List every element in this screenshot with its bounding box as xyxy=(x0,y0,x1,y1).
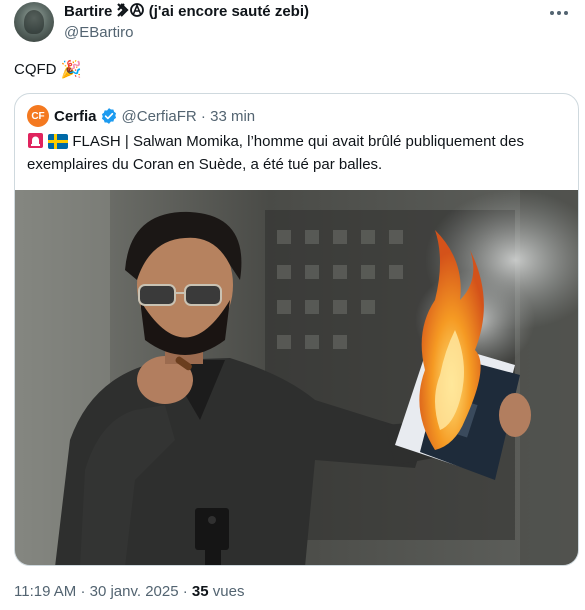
author-name[interactable]: Bartire (j'ai encore sauté zebi) xyxy=(64,3,309,20)
quoted-time[interactable]: 33 min xyxy=(210,108,255,125)
party-popper-icon: 🎉 xyxy=(60,60,82,79)
sweden-flag-icon xyxy=(48,134,69,155)
quoted-author-name[interactable]: Cerfia xyxy=(54,108,97,125)
dot-separator: · xyxy=(196,107,211,125)
name-suffix: (j'ai encore sauté zebi) xyxy=(148,3,309,20)
tweet-date[interactable]: 30 janv. 2025 xyxy=(90,583,179,600)
flash-label: FLASH xyxy=(72,133,121,150)
quoted-tweet-header: CF Cerfia @CerfiaFR · 33 min xyxy=(27,105,255,127)
tweet-footer: 11:19 AM · 30 janv. 2025 · 35 vues xyxy=(14,583,244,600)
verified-badge-icon xyxy=(100,107,118,125)
siren-icon xyxy=(27,132,44,155)
author-avatar[interactable] xyxy=(14,2,54,42)
tweet-text-body: CQFD xyxy=(14,61,57,78)
quoted-author-handle[interactable]: @CerfiaFR xyxy=(122,108,197,125)
dot-separator: · xyxy=(182,583,192,600)
news-photo[interactable] xyxy=(15,190,578,565)
views-count: 35 xyxy=(191,583,209,600)
views-label: vues xyxy=(212,583,245,600)
more-icon[interactable] xyxy=(545,2,573,24)
tweet-time[interactable]: 11:19 AM xyxy=(14,583,76,600)
author-handle[interactable]: @EBartiro xyxy=(64,24,133,41)
quoted-tweet-text: FLASH | Salwan Momika, l’homme qui avait… xyxy=(27,132,524,173)
tweet-text: CQFD 🎉 xyxy=(14,61,82,78)
cerfia-logo[interactable]: CF xyxy=(27,105,49,127)
name-symbol-icon xyxy=(116,3,149,20)
quoted-tweet[interactable]: CF Cerfia @CerfiaFR · 33 min FLASH | Sal… xyxy=(14,93,579,566)
display-name: Bartire xyxy=(64,3,113,20)
dot-separator: · xyxy=(80,583,90,600)
